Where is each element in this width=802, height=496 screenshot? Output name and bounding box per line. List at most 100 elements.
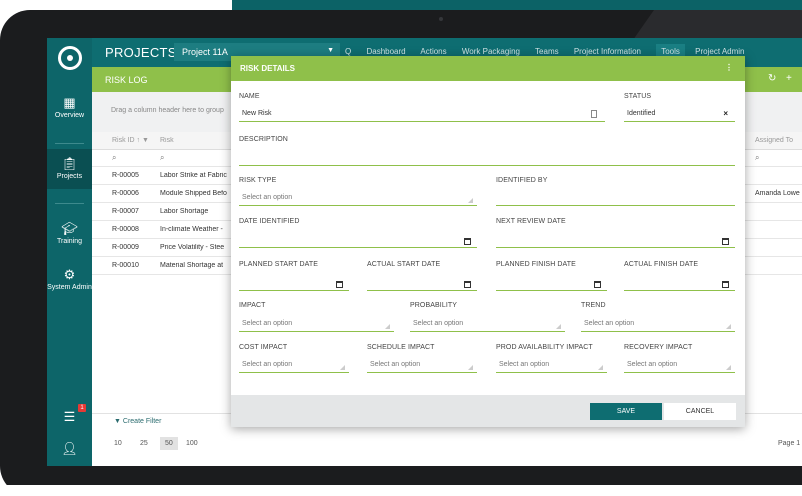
risk-type-label: RISK TYPE: [239, 177, 277, 184]
refresh-icon[interactable]: ↻: [768, 73, 776, 84]
status-label: STATUS: [624, 93, 652, 100]
risk-details-dialog: RISK DETAILS ⋮ NAME New Risk STATUS Iden…: [231, 56, 745, 427]
cell-risk: Module Shipped Befo: [160, 190, 227, 197]
rail-divider: [55, 203, 84, 204]
cell-id: R-00009: [112, 244, 139, 251]
cancel-button[interactable]: CANCEL: [664, 403, 736, 420]
prod-availability-label: PROD AVAILABILITY IMPACT: [496, 344, 593, 351]
page-size-option[interactable]: 50: [160, 437, 178, 450]
nav-project-admin[interactable]: Project Admin: [695, 47, 744, 56]
cell-id: R-00005: [112, 172, 139, 179]
filter-icon[interactable]: ▼: [142, 137, 149, 144]
cell-id: R-00007: [112, 208, 139, 215]
page-size-option[interactable]: 100: [186, 440, 198, 447]
nav-work-packaging[interactable]: Work Packaging: [462, 47, 520, 56]
add-icon[interactable]: +: [786, 73, 792, 84]
search-icon[interactable]: ⌕: [755, 153, 759, 163]
rail-divider: [55, 143, 84, 144]
planned-start-field[interactable]: [239, 277, 349, 291]
name-label: NAME: [239, 93, 260, 100]
column-risk[interactable]: Risk: [160, 137, 230, 144]
nav-teams[interactable]: Teams: [535, 47, 559, 56]
dropdown-icon: [726, 324, 731, 329]
cell-risk: Labor Strike at Fabric: [160, 172, 227, 179]
description-field[interactable]: [239, 152, 735, 166]
schedule-impact-select[interactable]: Select an option: [367, 359, 477, 373]
probability-label: PROBABILITY: [410, 302, 458, 309]
overview-icon: ▦: [63, 95, 76, 110]
desk-surface: [0, 485, 802, 496]
rail-system-admin[interactable]: ⚙ System Admin: [47, 267, 92, 292]
next-review-field[interactable]: [496, 234, 735, 248]
nav-actions[interactable]: Actions: [420, 47, 446, 56]
probability-select[interactable]: Select an option: [410, 318, 565, 332]
cell-id: R-00008: [112, 226, 139, 233]
calendar-icon[interactable]: [722, 281, 729, 288]
column-label: Risk ID: [112, 137, 135, 144]
create-filter-label: Create Filter: [122, 418, 162, 425]
actual-start-label: ACTUAL START DATE: [367, 261, 441, 268]
prod-availability-select[interactable]: Select an option: [496, 359, 607, 373]
cost-impact-select[interactable]: Select an option: [239, 359, 349, 373]
notification-badge: 1: [78, 404, 86, 412]
save-button[interactable]: SAVE: [590, 403, 662, 420]
planned-finish-label: PLANNED FINISH DATE: [496, 261, 576, 268]
planned-finish-field[interactable]: [496, 277, 607, 291]
rail-label: Projects: [56, 173, 83, 180]
rail-label: System Admin: [47, 284, 92, 291]
recovery-impact-select[interactable]: Select an option: [624, 359, 735, 373]
notifications-button[interactable]: ☰: [47, 410, 92, 426]
user-profile-button[interactable]: 👤︎: [47, 442, 92, 458]
device-mockup: ▦ Overview 📋︎ Projects 🎓︎ Training ⚙ Sys…: [0, 0, 802, 496]
rail-training[interactable]: 🎓︎ Training: [47, 222, 92, 246]
column-risk-id[interactable]: Risk ID ↑ ▼: [112, 137, 149, 144]
cell-risk: Material Shortage at: [160, 262, 224, 269]
date-identified-label: DATE IDENTIFIED: [239, 218, 300, 225]
nav-project-information[interactable]: Project Information: [574, 47, 641, 56]
calendar-icon[interactable]: [722, 238, 729, 245]
page-size-option[interactable]: 10: [114, 440, 122, 447]
nav-search[interactable]: Q: [345, 47, 351, 56]
column-assigned-to[interactable]: Assigned To: [755, 137, 793, 144]
calendar-icon[interactable]: [464, 238, 471, 245]
search-icon[interactable]: ⌕: [112, 153, 116, 163]
actual-start-field[interactable]: [367, 277, 477, 291]
select-placeholder: Select an option: [413, 320, 464, 327]
cost-impact-label: COST IMPACT: [239, 344, 288, 351]
trend-select[interactable]: Select an option: [581, 318, 735, 332]
page-size-option[interactable]: 25: [140, 440, 148, 447]
cell-risk: Labor Shortage: [160, 208, 209, 215]
calendar-icon[interactable]: [336, 281, 343, 288]
nav-dashboard[interactable]: Dashboard: [366, 47, 405, 56]
search-icon[interactable]: ⌕: [160, 153, 230, 163]
rail-overview[interactable]: ▦ Overview: [47, 95, 92, 120]
pager: 10 25 50 100 Page 1: [92, 432, 802, 458]
actual-finish-field[interactable]: [624, 277, 735, 291]
dropdown-icon: [598, 365, 603, 370]
rail-label: Overview: [54, 112, 85, 119]
schedule-impact-label: SCHEDULE IMPACT: [367, 344, 435, 351]
select-placeholder: Select an option: [242, 320, 293, 327]
cell-risk: Price Volatility - Stee: [160, 244, 225, 251]
gear-icon: ⚙: [63, 267, 76, 282]
impact-select[interactable]: Select an option: [239, 318, 394, 332]
cell-id: R-00006: [112, 190, 139, 197]
clear-icon[interactable]: ×: [723, 109, 728, 118]
calendar-icon[interactable]: [594, 281, 601, 288]
name-value: New Risk: [242, 110, 272, 117]
dropdown-icon: [385, 324, 390, 329]
date-identified-field[interactable]: [239, 234, 477, 248]
document-icon[interactable]: [591, 110, 597, 118]
dropdown-icon: [340, 365, 345, 370]
identified-by-field[interactable]: [496, 192, 735, 206]
app-logo[interactable]: [58, 46, 82, 70]
identified-by-label: IDENTIFIED BY: [496, 177, 548, 184]
name-field[interactable]: New Risk: [239, 108, 605, 122]
status-select[interactable]: Identified ×: [624, 108, 735, 122]
risk-type-select[interactable]: Select an option: [239, 192, 477, 206]
rail-projects[interactable]: 📋︎ Projects: [47, 149, 92, 189]
calendar-icon[interactable]: [464, 281, 471, 288]
more-vert-icon[interactable]: ⋮: [725, 63, 733, 72]
left-rail: ▦ Overview 📋︎ Projects 🎓︎ Training ⚙ Sys…: [47, 38, 92, 466]
trend-label: TREND: [581, 302, 606, 309]
